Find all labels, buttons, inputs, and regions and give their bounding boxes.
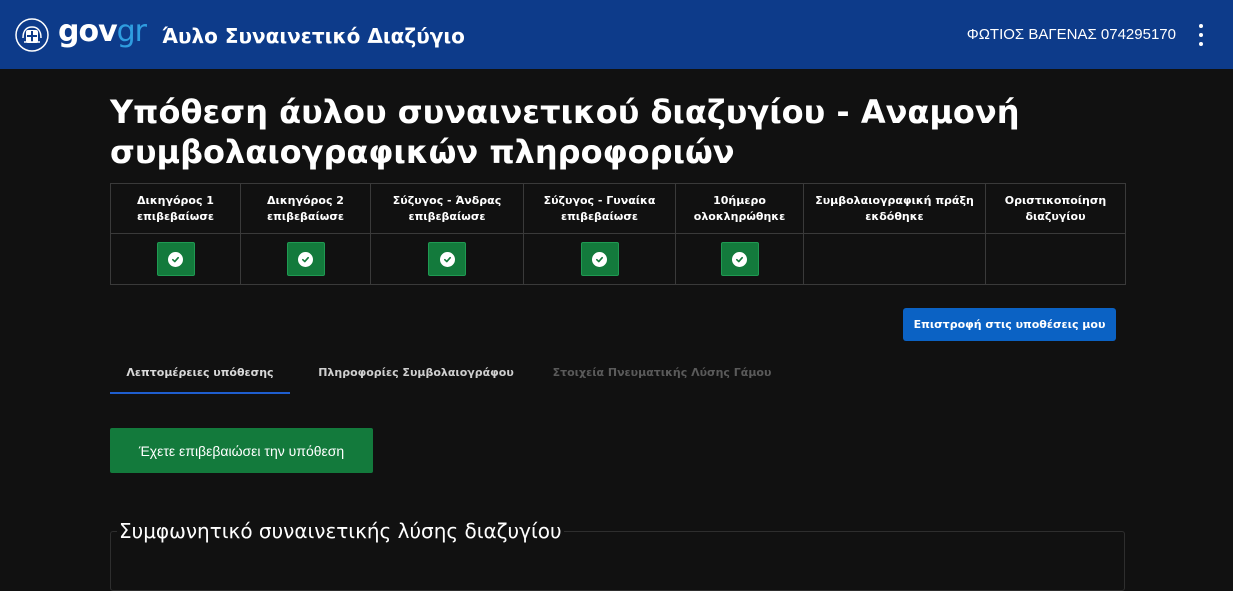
check-circle-icon: [439, 251, 455, 267]
status-cell: [803, 233, 986, 285]
user-name: ΦΩΤΙΟΣ ΒΑΓΕΝΑΣ 074295170: [966, 26, 1176, 43]
check-badge: [428, 242, 466, 276]
status-cell: [240, 233, 371, 285]
status-cell: [985, 233, 1126, 285]
page-title: Υπόθεση άυλου συναινετικού διαζυγίου - Α…: [110, 93, 1020, 171]
tab-notary-info[interactable]: Πληροφορίες Συμβολαιογράφου: [310, 358, 522, 394]
status-check-row: [110, 233, 1126, 285]
check-badge: [720, 242, 759, 276]
tab-spiritual-dissolution: Στοιχεία Πνευματικής Λύσης Γάμου: [552, 366, 772, 379]
greek-emblem-icon[interactable]: [15, 18, 49, 52]
app-title[interactable]: Άυλο Συναινετικό Διαζύγιο: [162, 22, 465, 50]
status-step-header: Συμβολαιογραφική πράξη εκδόθηκε: [803, 183, 986, 234]
status-step-header: Δικηγόρος 1 επιβεβαίωσε: [110, 183, 241, 234]
check-badge: [286, 242, 325, 276]
check-badge: [156, 242, 195, 276]
status-step-header: Σύζυγος - Γυναίκα επιβεβαίωσε: [523, 183, 676, 234]
check-circle-icon: [298, 251, 313, 267]
check-circle-icon: [168, 251, 183, 267]
status-cell: [523, 233, 676, 285]
status-step-header: Δικηγόρος 2 επιβεβαίωσε: [240, 183, 371, 234]
kebab-menu-icon[interactable]: [1193, 24, 1209, 46]
logo-gr-text: gr: [116, 14, 147, 49]
check-circle-icon: [732, 251, 747, 267]
status-cell: [675, 233, 804, 285]
back-to-my-cases-button[interactable]: Επιστροφή στις υποθέσεις μου: [903, 308, 1116, 341]
top-header: govgr Άυλο Συναινετικό Διαζύγιο ΦΩΤΙΟΣ Β…: [0, 0, 1233, 69]
agreement-title: Συμφωνητικό συναινετικής λύσης διαζυγίου: [117, 517, 564, 545]
check-circle-icon: [592, 251, 607, 267]
status-cell: [370, 233, 524, 285]
case-tabs: Λεπτομέρειες υπόθεσης Πληροφορίες Συμβολ…: [110, 358, 810, 394]
status-progress-table: Δικηγόρος 1 επιβεβαίωσε Δικηγόρος 2 επιβ…: [110, 183, 1126, 285]
govgr-logo[interactable]: govgr: [58, 14, 147, 50]
check-badge: [580, 242, 619, 276]
logo-gov-text: gov: [58, 14, 118, 49]
status-step-header: Οριστικοποίηση διαζυγίου: [985, 183, 1126, 234]
status-cell: [110, 233, 241, 285]
status-step-header: 10ήμερο ολοκληρώθηκε: [675, 183, 804, 234]
case-confirmed-button[interactable]: Έχετε επιβεβαιώσει την υπόθεση: [110, 428, 373, 473]
tab-case-details[interactable]: Λεπτομέρειες υπόθεσης: [110, 358, 290, 394]
status-step-header: Σύζυγος - Άνδρας επιβεβαίωσε: [370, 183, 524, 234]
